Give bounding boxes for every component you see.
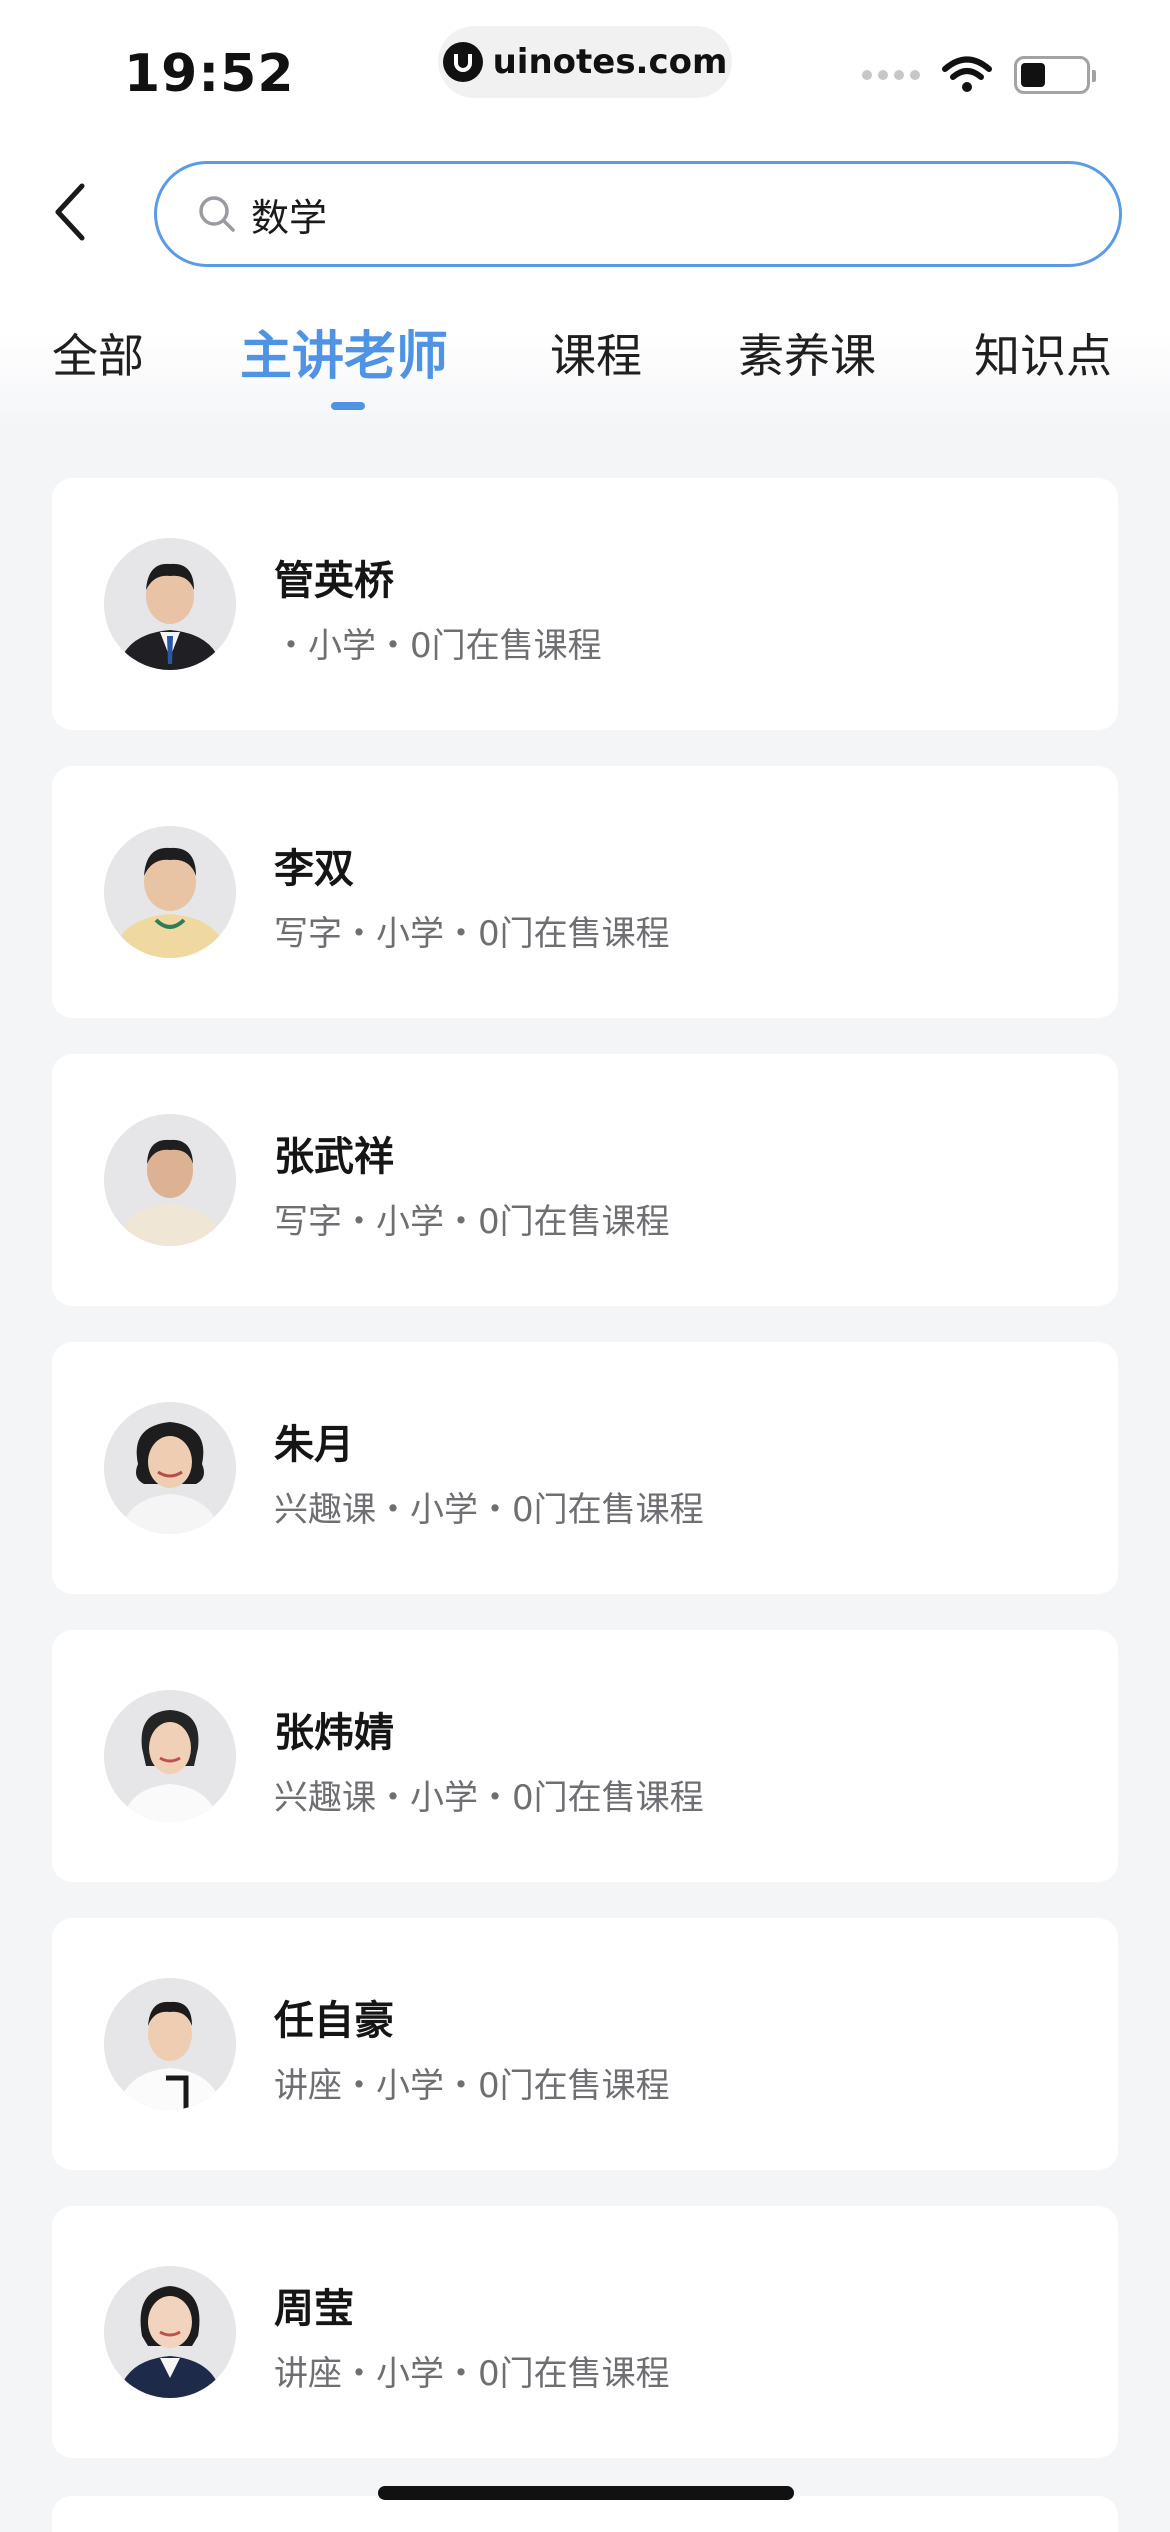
teacher-meta: 讲座・小学・0门在售课程 bbox=[274, 2066, 670, 2106]
teacher-card[interactable]: 李双 写字・小学・0门在售课程 bbox=[52, 766, 1118, 1018]
teacher-meta: ・小学・0门在售课程 bbox=[274, 626, 602, 666]
teacher-card[interactable]: 张武祥 写字・小学・0门在售课程 bbox=[52, 1054, 1118, 1306]
search-input[interactable] bbox=[251, 192, 1051, 236]
teacher-avatar bbox=[104, 826, 236, 958]
tab-bar: 全部 主讲老师 课程 素养课 知识点 bbox=[0, 320, 1170, 420]
teacher-avatar bbox=[104, 1978, 236, 2110]
teacher-meta: 兴趣课・小学・0门在售课程 bbox=[274, 1778, 704, 1818]
teacher-name: 张武祥 bbox=[274, 1134, 394, 1180]
teacher-card[interactable]: 朱月 兴趣课・小学・0门在售课程 bbox=[52, 1342, 1118, 1594]
tab-teachers[interactable]: 主讲老师 bbox=[240, 314, 448, 389]
teacher-name: 任自豪 bbox=[274, 1998, 394, 2044]
tab-all[interactable]: 全部 bbox=[52, 320, 144, 386]
home-indicator bbox=[378, 2486, 794, 2500]
back-button[interactable] bbox=[40, 172, 100, 252]
teacher-meta: 兴趣课・小学・0门在售课程 bbox=[274, 1490, 704, 1530]
teacher-avatar bbox=[104, 2266, 236, 2398]
teacher-card[interactable]: 管英桥 ・小学・0门在售课程 bbox=[52, 478, 1118, 730]
teacher-avatar bbox=[104, 1114, 236, 1246]
teacher-name: 周莹 bbox=[274, 2286, 354, 2332]
teacher-meta: 讲座・小学・0门在售课程 bbox=[274, 2354, 670, 2394]
active-tab-indicator bbox=[331, 402, 365, 410]
search-box[interactable] bbox=[154, 161, 1122, 267]
wifi-icon bbox=[942, 56, 992, 92]
search-icon bbox=[199, 196, 235, 232]
chevron-left-icon bbox=[55, 183, 85, 241]
teacher-card[interactable]: 任自豪 讲座・小学・0门在售课程 bbox=[52, 1918, 1118, 2170]
tab-literacy-courses[interactable]: 素养课 bbox=[738, 320, 876, 386]
teacher-name: 张炜婧 bbox=[274, 1710, 394, 1756]
screen: 19:52 uinotes.com 全部 主讲老师 课程 素养课 知识点 bbox=[0, 0, 1170, 2532]
teacher-list: 管英桥 ・小学・0门在售课程 李双 写字・小学・0门在售课程 张武祥 写字・小学… bbox=[52, 478, 1118, 2494]
status-time: 19:52 bbox=[124, 44, 295, 104]
teacher-meta: 写字・小学・0门在售课程 bbox=[274, 914, 670, 954]
battery-icon bbox=[1014, 56, 1096, 94]
teacher-card[interactable]: 周莹 讲座・小学・0门在售课程 bbox=[52, 2206, 1118, 2458]
site-logo-icon bbox=[442, 42, 483, 82]
teacher-card[interactable]: 张炜婧 兴趣课・小学・0门在售课程 bbox=[52, 1630, 1118, 1882]
teacher-name: 朱月 bbox=[274, 1422, 354, 1468]
tab-courses[interactable]: 课程 bbox=[550, 320, 642, 386]
url-pill[interactable]: uinotes.com bbox=[438, 26, 732, 98]
teacher-avatar bbox=[104, 1690, 236, 1822]
teacher-avatar bbox=[104, 1402, 236, 1534]
status-icons bbox=[862, 56, 1096, 94]
teacher-meta: 写字・小学・0门在售课程 bbox=[274, 1202, 670, 1242]
teacher-avatar bbox=[104, 538, 236, 670]
tab-knowledge-points[interactable]: 知识点 bbox=[974, 320, 1112, 386]
teacher-name: 李双 bbox=[274, 846, 354, 892]
teacher-name: 管英桥 bbox=[274, 558, 394, 604]
teacher-card-partial[interactable] bbox=[52, 2496, 1118, 2532]
url-text: uinotes.com bbox=[492, 42, 728, 82]
cellular-signal-icon bbox=[862, 70, 920, 80]
